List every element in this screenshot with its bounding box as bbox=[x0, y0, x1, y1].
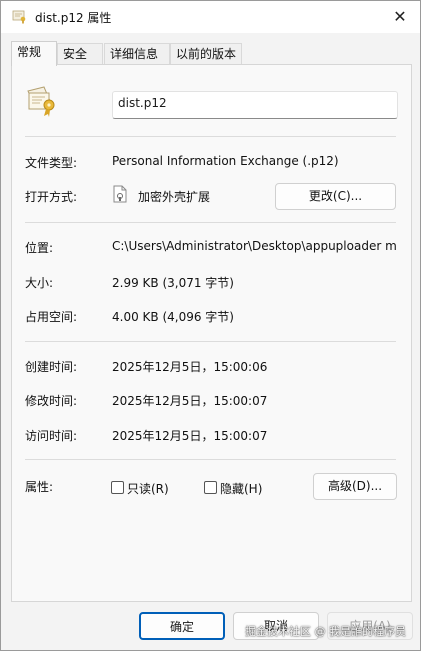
modified-label: 修改时间: bbox=[25, 394, 78, 408]
separator bbox=[25, 136, 396, 137]
size-label: 大小: bbox=[25, 276, 54, 290]
hidden-label[interactable]: 隐藏(H) bbox=[220, 480, 262, 497]
accessed-label: 访问时间: bbox=[25, 429, 78, 443]
separator bbox=[25, 222, 396, 223]
file-name-input[interactable]: dist.p12 bbox=[112, 91, 398, 119]
size-on-disk-value: 4.00 KB (4,096 字节) bbox=[112, 310, 234, 324]
readonly-label[interactable]: 只读(R) bbox=[127, 480, 169, 497]
accessed-value: 2025年12月5日，15:00:07 bbox=[112, 429, 268, 443]
file-type-label: 文件类型: bbox=[25, 156, 78, 170]
window-title: dist.p12 属性 bbox=[35, 11, 112, 25]
tab-previous-versions[interactable]: 以前的版本 bbox=[170, 43, 242, 65]
hidden-checkbox[interactable] bbox=[204, 481, 217, 494]
certificate-file-icon bbox=[12, 10, 26, 24]
watermark: 掘金技术社区 @ 我是誰的程序员 bbox=[245, 625, 406, 638]
tab-details[interactable]: 详细信息 bbox=[104, 43, 170, 65]
close-button[interactable]: ✕ bbox=[386, 3, 414, 31]
advanced-button[interactable]: 高级(D)... bbox=[313, 473, 397, 500]
separator bbox=[25, 341, 396, 342]
created-label: 创建时间: bbox=[25, 360, 78, 374]
location-label: 位置: bbox=[25, 241, 54, 255]
opens-with-label: 打开方式: bbox=[25, 190, 78, 204]
shell-extension-icon bbox=[113, 185, 127, 203]
general-panel: dist.p12 文件类型: Personal Information Exch… bbox=[11, 64, 412, 602]
tab-security[interactable]: 安全 bbox=[57, 43, 103, 65]
tab-general[interactable]: 常规 bbox=[11, 41, 57, 66]
certificate-icon bbox=[27, 86, 55, 117]
readonly-checkbox[interactable] bbox=[111, 481, 124, 494]
ok-button[interactable]: 确定 bbox=[139, 612, 225, 640]
attributes-label: 属性: bbox=[25, 480, 54, 494]
created-value: 2025年12月5日，15:00:06 bbox=[112, 360, 268, 374]
location-value: C:\Users\Administrator\Desktop\appupload… bbox=[112, 239, 397, 253]
separator bbox=[25, 459, 396, 460]
tab-strip: 常规 安全 详细信息 以前的版本 bbox=[11, 41, 411, 66]
properties-window: dist.p12 属性 ✕ 常规 安全 详细信息 以前的版本 dist.p12 … bbox=[0, 0, 421, 651]
file-type-value: Personal Information Exchange (.p12) bbox=[112, 154, 339, 168]
title-bar[interactable]: dist.p12 属性 ✕ bbox=[1, 1, 420, 33]
opens-with-value: 加密外壳扩展 bbox=[138, 190, 211, 204]
size-value: 2.99 KB (3,071 字节) bbox=[112, 276, 234, 290]
change-button[interactable]: 更改(C)... bbox=[275, 183, 396, 210]
modified-value: 2025年12月5日，15:00:07 bbox=[112, 394, 268, 408]
size-on-disk-label: 占用空间: bbox=[25, 310, 78, 324]
